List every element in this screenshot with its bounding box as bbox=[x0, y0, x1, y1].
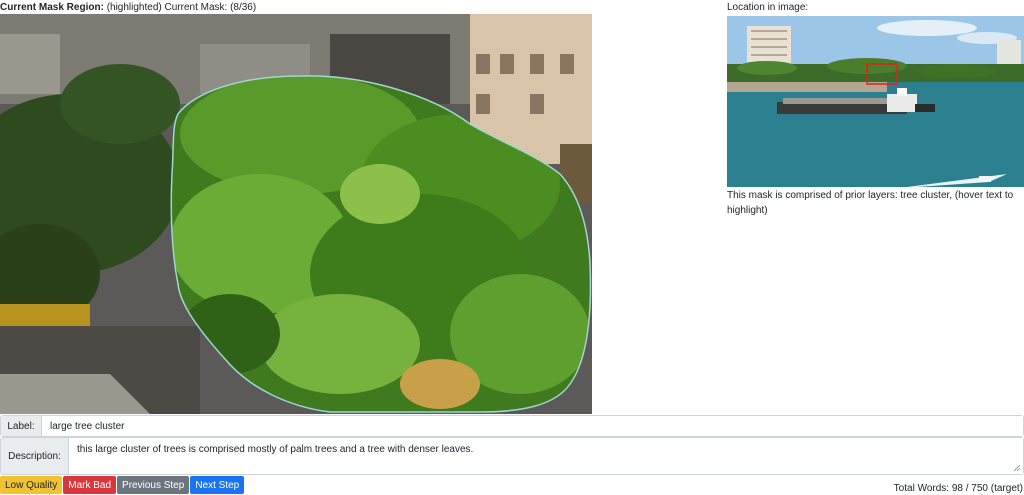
previous-step-button[interactable]: Previous Step bbox=[117, 476, 190, 494]
mask-region-image bbox=[0, 14, 592, 414]
current-mask-region-label: Current Mask Region: bbox=[0, 2, 104, 13]
next-step-button[interactable]: Next Step bbox=[190, 476, 245, 494]
mask-region-illustration bbox=[0, 14, 592, 414]
location-harbor-illustration bbox=[727, 16, 1024, 187]
mask-header: Current Mask Region: (highlighted) Curre… bbox=[0, 2, 256, 13]
location-panel: Location in image: This mask is comprise… bbox=[727, 2, 1024, 218]
action-buttons: Low Quality Mark Bad Previous Step Next … bbox=[0, 476, 245, 494]
word-count-text: Total Words: 98 / 750 (target) bbox=[893, 483, 1023, 494]
description-input[interactable]: this large cluster of trees is comprised… bbox=[69, 438, 1023, 474]
location-image bbox=[727, 16, 1024, 187]
label-row: Label: bbox=[0, 415, 1024, 437]
description-row: Description: this large cluster of trees… bbox=[0, 437, 1024, 475]
prior-layers-text[interactable]: This mask is comprised of prior layers: … bbox=[727, 188, 1023, 218]
label-input[interactable] bbox=[42, 416, 1023, 436]
resize-grip-icon[interactable] bbox=[1014, 465, 1020, 471]
label-caption: Label: bbox=[1, 416, 42, 436]
mark-bad-button[interactable]: Mark Bad bbox=[63, 476, 117, 494]
mask-status-text: (highlighted) Current Mask: (8/36) bbox=[106, 2, 257, 13]
low-quality-button[interactable]: Low Quality bbox=[0, 476, 63, 494]
description-caption: Description: bbox=[1, 438, 69, 474]
location-label: Location in image: bbox=[727, 2, 809, 13]
